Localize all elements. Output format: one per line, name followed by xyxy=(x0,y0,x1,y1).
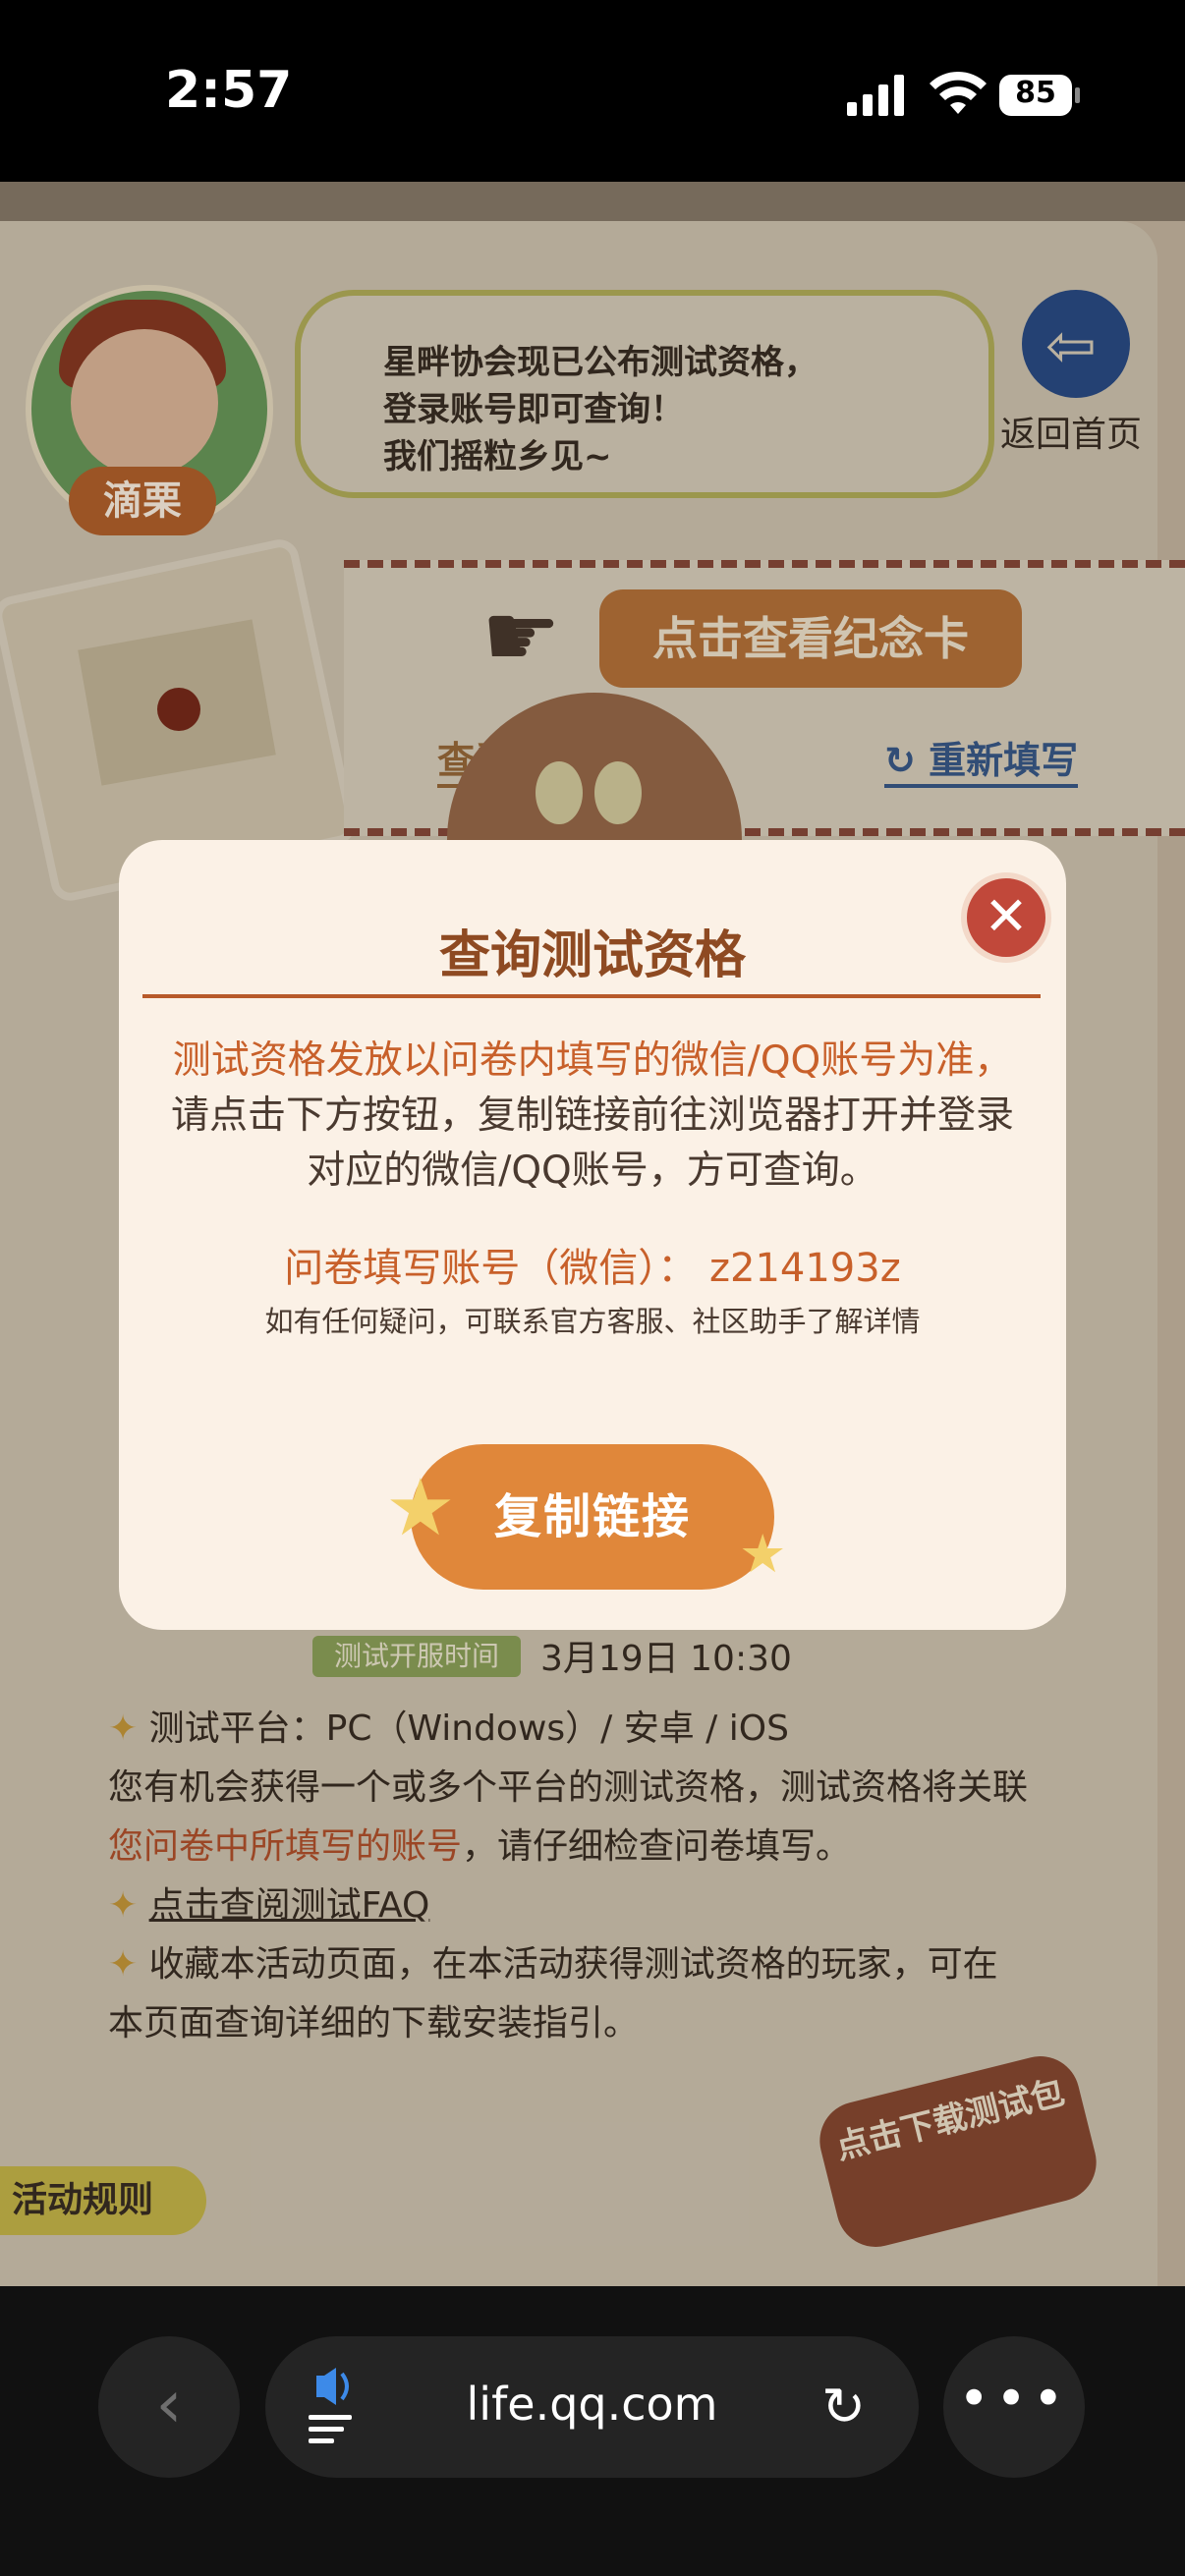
survey-account-line: 问卷填写账号（微信）： z214193z xyxy=(284,1246,901,1291)
modal-body-rest: 请点击下方按钮，复制链接前往浏览器打开并登录对应的微信/QQ账号，方可查询。 xyxy=(170,1093,1014,1193)
battery-icon: 85 xyxy=(998,73,1081,118)
modal-body-text: 测试资格发放以问卷内填写的微信/QQ账号为准， 请点击下方按钮，复制链接前往浏览器… xyxy=(157,1034,1028,1199)
star-decoration-icon: ★ xyxy=(739,1523,787,1585)
support-hint: 如有任何疑问，可联系官方客服、社区助手了解详情 xyxy=(264,1305,921,1338)
chevron-left-icon[interactable]: ‹ xyxy=(98,2336,240,2478)
battery-level: 85 xyxy=(1015,76,1056,110)
modal-divider xyxy=(142,994,1041,998)
star-decoration-icon: ★ xyxy=(385,1462,456,1553)
modal-title: 查询测试资格 xyxy=(438,926,746,985)
status-time: 2:57 xyxy=(165,61,293,120)
more-icon[interactable]: ••• xyxy=(943,2336,1085,2478)
reload-icon[interactable]: ↻ xyxy=(821,2376,866,2437)
cellular-signal-icon xyxy=(847,75,904,116)
copy-link-button[interactable]: 复制链接 xyxy=(411,1444,774,1590)
wifi-icon xyxy=(930,71,987,114)
modal-body-accent: 测试资格发放以问卷内填写的微信/QQ账号为准， xyxy=(172,1038,1013,1083)
